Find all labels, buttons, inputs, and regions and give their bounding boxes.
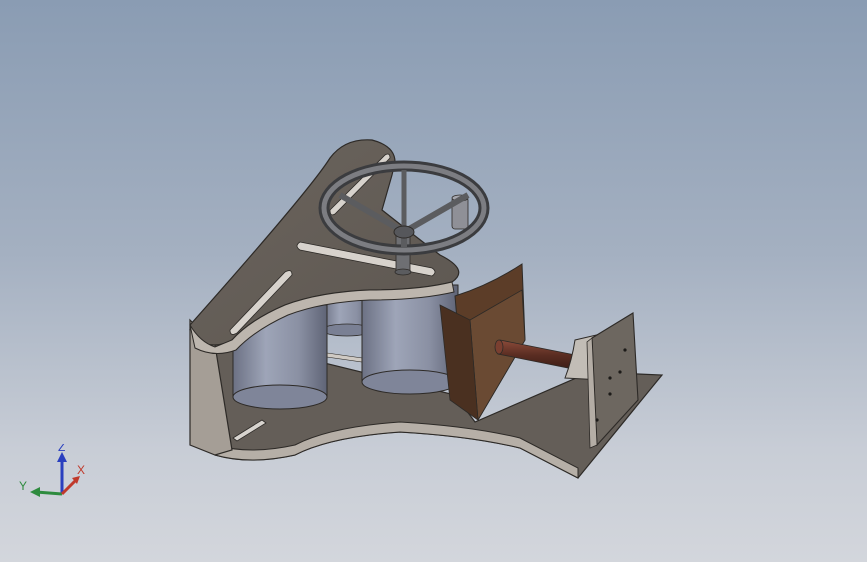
cad-model[interactable] [0, 0, 867, 562]
orientation-triad[interactable]: Z Y X [14, 444, 94, 508]
z-axis-label: Z [58, 444, 65, 454]
y-axis-label: Y [19, 479, 27, 493]
y-axis-head [30, 487, 40, 497]
cad-viewport[interactable]: Z Y X [0, 0, 867, 562]
x-axis-arrow [60, 478, 78, 496]
x-axis-label: X [77, 463, 85, 477]
mount-plate[interactable] [586, 312, 639, 449]
